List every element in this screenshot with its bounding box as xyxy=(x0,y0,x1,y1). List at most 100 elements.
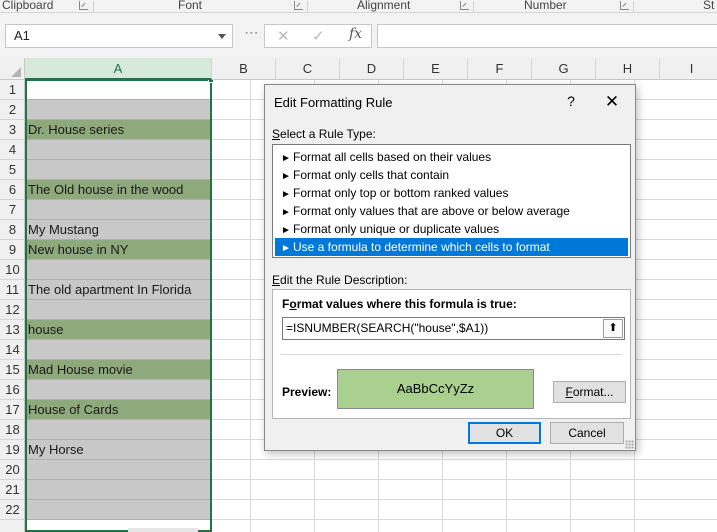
fill-handle[interactable] xyxy=(208,80,214,83)
row-header[interactable]: 1 xyxy=(0,80,25,100)
row-headers: 1 2 3 4 5 6 7 8 9 10 11 12 13 14 15 16 17 18 19 20 21 22 xyxy=(0,80,25,532)
insert-function-icon[interactable]: fx xyxy=(349,26,362,42)
row-header[interactable]: 18 xyxy=(0,420,25,440)
rule-type-item[interactable]: ► Format all cells based on their values xyxy=(275,148,628,166)
font-launcher-icon[interactable] xyxy=(294,1,303,10)
ribbon-group-styles: St xyxy=(703,0,715,12)
rule-type-item[interactable]: ► Format only cells that contain xyxy=(275,166,628,184)
description-label-accesskey: E xyxy=(272,273,281,287)
cell-a7[interactable] xyxy=(25,200,211,220)
row-header[interactable]: 7 xyxy=(0,200,25,220)
ribbon-group-number: Number xyxy=(524,0,567,12)
collapse-dialog-icon[interactable]: ⬆ xyxy=(603,319,623,338)
ribbon-group-labels: Clipboard Font Alignment Number St xyxy=(0,0,717,13)
help-icon[interactable]: ? xyxy=(564,93,578,109)
column-header-h[interactable]: H xyxy=(596,58,660,80)
close-icon[interactable]: ✕ xyxy=(604,92,620,112)
rule-type-label-accesskey: S xyxy=(272,127,281,141)
rule-type-list[interactable]: ► Format all cells based on their values ►… xyxy=(272,144,631,258)
excel-window: Clipboard Font Alignment Number St A1 ⋮ … xyxy=(0,0,717,532)
cell-a13[interactable]: house xyxy=(25,320,211,340)
cancel-entry-icon[interactable]: ✕ xyxy=(277,27,290,45)
row-header[interactable]: 3 xyxy=(0,120,25,140)
row-header[interactable]: 4 xyxy=(0,140,25,160)
row-header[interactable]: 17 xyxy=(0,400,25,420)
row-header[interactable]: 10 xyxy=(0,260,25,280)
ribbon-separator xyxy=(633,1,634,12)
rule-type-item[interactable]: ► Format only top or bottom ranked values xyxy=(275,184,628,202)
cell-a14[interactable] xyxy=(25,340,211,360)
rule-formula-input[interactable]: =ISNUMBER(SEARCH("house",$A1)) ⬆ xyxy=(282,317,625,340)
formula-bar-grip-icon[interactable]: ⋮ xyxy=(244,26,260,38)
row-header[interactable]: 13 xyxy=(0,320,25,340)
clipboard-launcher-icon[interactable] xyxy=(79,1,88,10)
ok-button[interactable]: OK xyxy=(468,422,541,444)
row-header[interactable]: 6 xyxy=(0,180,25,200)
cell-a21[interactable] xyxy=(25,480,211,500)
row-header[interactable]: 19 xyxy=(0,440,25,460)
number-launcher-icon[interactable] xyxy=(620,1,629,10)
row-header[interactable]: 21 xyxy=(0,480,25,500)
cell-a11[interactable]: The old apartment In Florida xyxy=(25,280,211,300)
row-header[interactable]: 22 xyxy=(0,500,25,520)
cell-a6[interactable]: The Old house in the wood xyxy=(25,180,211,200)
description-label-text: dit the Rule Description: xyxy=(280,273,408,287)
cell-a8[interactable]: My Mustang xyxy=(25,220,211,240)
row-header[interactable]: 12 xyxy=(0,300,25,320)
resize-grip-icon[interactable] xyxy=(625,440,634,449)
cell-a18[interactable] xyxy=(25,420,211,440)
cell-a2[interactable] xyxy=(25,100,211,120)
formula-label-text: rmat values where this formula is true: xyxy=(296,297,517,311)
name-box-value: A1 xyxy=(14,28,30,43)
gridline xyxy=(250,80,251,532)
rule-type-item[interactable]: ► Use a formula to determine which cells … xyxy=(275,238,628,256)
confirm-entry-icon[interactable]: ✓ xyxy=(312,27,325,45)
row-header[interactable]: 2 xyxy=(0,100,25,120)
ribbon-separator xyxy=(307,1,308,12)
cell-a16[interactable] xyxy=(25,380,211,400)
ribbon-group-clipboard: Clipboard xyxy=(2,0,54,12)
row-header[interactable]: 16 xyxy=(0,380,25,400)
formula-input[interactable] xyxy=(377,24,717,48)
alignment-launcher-icon[interactable] xyxy=(460,1,469,10)
column-header-b[interactable]: B xyxy=(212,58,276,80)
row-header[interactable]: 20 xyxy=(0,460,25,480)
cell-a1[interactable] xyxy=(25,80,211,100)
horizontal-scrollbar[interactable] xyxy=(128,528,198,532)
selection-border-top xyxy=(25,80,212,81)
column-header-g[interactable]: G xyxy=(532,58,596,80)
rule-type-item[interactable]: ► Format only unique or duplicate values xyxy=(275,220,628,238)
row-header[interactable]: 5 xyxy=(0,160,25,180)
cell-a5[interactable] xyxy=(25,160,211,180)
column-header-e[interactable]: E xyxy=(404,58,468,80)
cell-a12[interactable] xyxy=(25,300,211,320)
cell-a10[interactable] xyxy=(25,260,211,280)
select-all-corner[interactable] xyxy=(0,58,25,80)
cell-a3[interactable]: Dr. House series xyxy=(25,120,211,140)
column-header-f[interactable]: F xyxy=(468,58,532,80)
rule-type-item[interactable]: ► Format only values that are above or be… xyxy=(275,202,628,220)
row-header[interactable]: 14 xyxy=(0,340,25,360)
cell-a20[interactable] xyxy=(25,460,211,480)
cell-a17[interactable]: House of Cards xyxy=(25,400,211,420)
row-header[interactable]: 15 xyxy=(0,360,25,380)
gridline xyxy=(211,499,717,500)
format-preview: AaBbCcYyZz xyxy=(337,369,534,409)
cancel-button[interactable]: Cancel xyxy=(550,422,624,444)
column-header-d[interactable]: D xyxy=(340,58,404,80)
row-header[interactable]: 11 xyxy=(0,280,25,300)
cell-a4[interactable] xyxy=(25,140,211,160)
cell-a22[interactable] xyxy=(25,500,211,520)
row-header[interactable]: 9 xyxy=(0,240,25,260)
column-header-a[interactable]: A xyxy=(25,58,212,80)
cell-a15[interactable]: Mad House movie xyxy=(25,360,211,380)
cell-a19[interactable]: My Horse xyxy=(25,440,211,460)
cell-a9[interactable]: New house in NY xyxy=(25,240,211,260)
name-box[interactable]: A1 xyxy=(5,24,233,48)
chevron-down-icon[interactable] xyxy=(218,34,226,39)
row-header[interactable]: 8 xyxy=(0,220,25,240)
format-button[interactable]: Format... xyxy=(553,381,626,403)
column-header-i[interactable]: I xyxy=(660,58,717,80)
column-header-c[interactable]: C xyxy=(276,58,340,80)
rule-formula-value: =ISNUMBER(SEARCH("house",$A1)) xyxy=(286,321,489,335)
